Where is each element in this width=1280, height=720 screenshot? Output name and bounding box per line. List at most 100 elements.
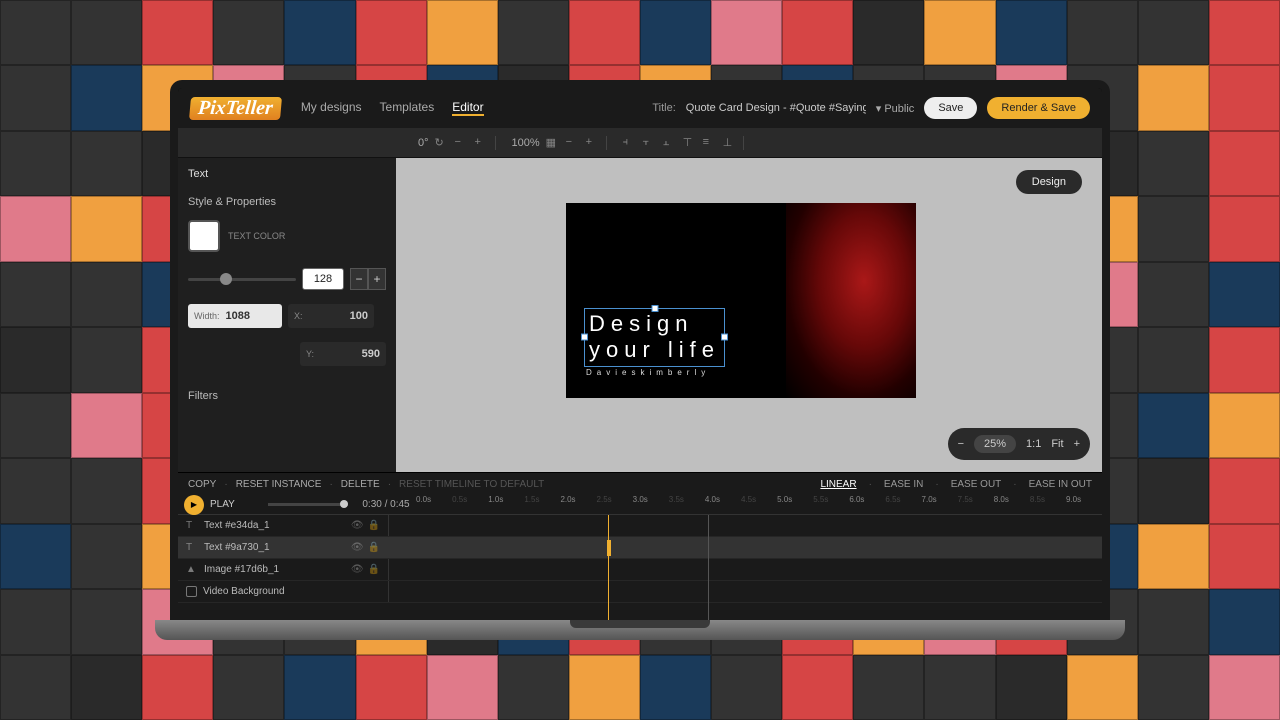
timeline-layer[interactable]: T Text #9a730_1 👁 🔒 (178, 537, 1102, 559)
align-bottom-icon[interactable]: ⊥ (723, 136, 737, 150)
plus-icon[interactable]: + (475, 136, 489, 150)
checkbox[interactable] (186, 586, 197, 597)
text-layer-icon: T (186, 542, 198, 554)
ease-out[interactable]: EASE OUT (951, 479, 1002, 490)
zoom-11-button[interactable]: 1:1 (1026, 438, 1041, 450)
x-field[interactable]: X: 100 (288, 304, 374, 328)
app-window: PixTeller My designs Templates Editor Ti… (170, 80, 1110, 620)
author-text[interactable]: Davieskimberly (586, 368, 710, 377)
timeline-body: T Text #e34da_1 👁 🔒 T Text #9a730_1 👁 🔒 ▲ Image #… (178, 515, 1102, 620)
text-color-label: TEXT COLOR (228, 231, 285, 241)
toolbar: 0° ↻ − + 100% ▦ − + ⫞ ⫟ ⫠ ⊤ ≡ ⊥ (178, 128, 1102, 158)
width-field[interactable]: Width: 1088 (188, 304, 282, 328)
align-middle-icon[interactable]: ≡ (703, 136, 717, 150)
timeline-header: PLAY 0:30 / 0:45 0.0s0.5s1.0s1.5s2.0s2.5… (178, 495, 1102, 515)
style-properties-label: Style & Properties (188, 196, 386, 208)
nav-templates[interactable]: Templates (380, 100, 435, 116)
laptop-base (155, 620, 1125, 640)
layer-name: Video Background (203, 586, 285, 597)
timeline-layer[interactable]: Video Background (178, 581, 1102, 603)
layer-name: Image #17d6b_1 (204, 564, 279, 575)
rotation-value[interactable]: 0° (418, 137, 429, 149)
design-mode-button[interactable]: Design (1016, 170, 1082, 194)
visibility-icon[interactable]: 👁 (351, 564, 364, 575)
text-color-swatch[interactable] (188, 220, 220, 252)
resize-handle-right[interactable] (721, 334, 728, 341)
zoom-fit-button[interactable]: Fit (1051, 438, 1063, 450)
save-button[interactable]: Save (924, 97, 977, 119)
main-nav: My designs Templates Editor (301, 100, 484, 116)
artboard[interactable]: Designyour life Davieskimberly (566, 203, 916, 398)
nav-my-designs[interactable]: My designs (301, 100, 362, 116)
render-save-button[interactable]: Render & Save (987, 97, 1090, 119)
privacy-toggle[interactable]: ▾ Public (876, 102, 915, 115)
timeline-layer[interactable]: T Text #e34da_1 👁 🔒 (178, 515, 1102, 537)
time-display: 0:30 / 0:45 (356, 499, 416, 510)
design-title[interactable]: Quote Card Design - #Quote #Saying #Word… (686, 102, 866, 114)
opacity-input[interactable] (302, 268, 344, 290)
reset-timeline-action[interactable]: RESET TIMELINE TO DEFAULT (399, 479, 544, 490)
timeline-actions: COPY· RESET INSTANCE· DELETE· RESET TIME… (178, 473, 1102, 495)
y-field[interactable]: Y: 590 (300, 342, 386, 366)
align-right-icon[interactable]: ⫠ (663, 136, 677, 150)
top-bar: PixTeller My designs Templates Editor Ti… (178, 88, 1102, 128)
selected-text-element[interactable]: Designyour life (584, 308, 725, 367)
ease-in-out[interactable]: EASE IN OUT (1029, 479, 1092, 490)
lock-icon[interactable]: 🔒 (368, 520, 380, 531)
play-button[interactable] (184, 495, 204, 515)
play-label: PLAY (210, 499, 260, 510)
opacity-increase[interactable]: + (368, 268, 386, 290)
zoom-plus-icon[interactable]: + (586, 136, 600, 150)
align-top-icon[interactable]: ⊤ (683, 136, 697, 150)
image-layer-icon: ▲ (186, 564, 198, 576)
canvas[interactable]: Design Designyour life Davieskimberly − … (396, 158, 1102, 472)
filters-label[interactable]: Filters (188, 390, 386, 402)
timeline: COPY· RESET INSTANCE· DELETE· RESET TIME… (178, 472, 1102, 620)
layer-name: Text #9a730_1 (204, 542, 270, 553)
playhead[interactable] (608, 515, 609, 620)
text-layer-icon: T (186, 520, 198, 532)
mini-scrubber[interactable] (268, 503, 348, 506)
zoom-out-button[interactable]: − (958, 438, 964, 450)
portrait-image (786, 203, 916, 398)
zoom-percent[interactable]: 25% (974, 435, 1016, 453)
zoom-minus-icon[interactable]: − (566, 136, 580, 150)
opacity-decrease[interactable]: − (350, 268, 368, 290)
delete-action[interactable]: DELETE (341, 479, 380, 490)
range-end[interactable] (708, 515, 709, 620)
visibility-icon[interactable]: 👁 (351, 542, 364, 553)
reset-instance-action[interactable]: RESET INSTANCE (236, 479, 322, 490)
ease-linear[interactable]: LINEAR (820, 479, 856, 490)
logo[interactable]: PixTeller (189, 97, 282, 120)
sidebar: Text Style & Properties TEXT COLOR − + W… (178, 158, 396, 472)
copy-action[interactable]: COPY (188, 479, 216, 490)
layer-track[interactable] (388, 581, 1102, 602)
resize-handle-left[interactable] (581, 334, 588, 341)
opacity-slider[interactable] (188, 278, 296, 281)
layer-track[interactable] (388, 515, 1102, 536)
lock-icon[interactable]: 🔒 (368, 564, 380, 575)
zoom-control: − 25% 1:1 Fit + (948, 428, 1090, 460)
grid-icon[interactable]: ▦ (546, 136, 560, 150)
zoom-in-button[interactable]: + (1074, 438, 1080, 450)
nav-editor[interactable]: Editor (452, 100, 483, 116)
ease-in[interactable]: EASE IN (884, 479, 923, 490)
time-ruler[interactable]: 0.0s0.5s1.0s1.5s2.0s2.5s3.0s3.5s4.0s4.5s… (416, 495, 1102, 514)
layer-track[interactable] (388, 559, 1102, 580)
zoom-value[interactable]: 100% (512, 137, 540, 149)
visibility-icon[interactable]: 👁 (351, 520, 364, 531)
title-area: Title: Quote Card Design - #Quote #Sayin… (652, 97, 1090, 119)
minus-icon[interactable]: − (455, 136, 469, 150)
lock-icon[interactable]: 🔒 (368, 542, 380, 553)
sidebar-title: Text (188, 168, 386, 180)
layer-name: Text #e34da_1 (204, 520, 270, 531)
laptop-frame: PixTeller My designs Templates Editor Ti… (155, 80, 1125, 640)
align-center-icon[interactable]: ⫟ (643, 136, 657, 150)
align-left-icon[interactable]: ⫞ (623, 136, 637, 150)
title-label: Title: (652, 102, 675, 114)
layer-track[interactable] (388, 537, 1102, 558)
rotate-icon[interactable]: ↻ (435, 136, 449, 150)
main-area: Text Style & Properties TEXT COLOR − + W… (178, 158, 1102, 472)
resize-handle-top[interactable] (651, 305, 658, 312)
timeline-layer[interactable]: ▲ Image #17d6b_1 👁 🔒 (178, 559, 1102, 581)
